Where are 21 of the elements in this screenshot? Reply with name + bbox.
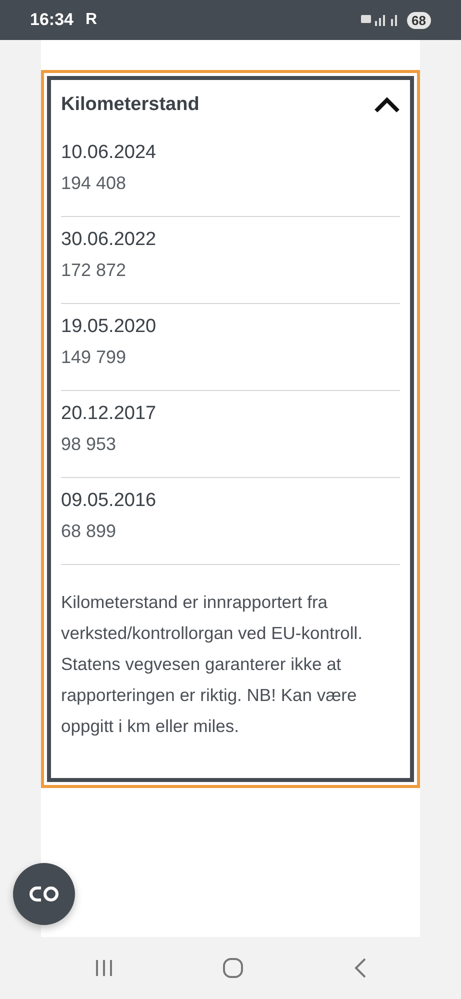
odometer-reading: 149 799 [61,347,128,368]
recent-apps-icon[interactable] [94,958,114,978]
reading-date: 30.06.2022 [61,229,158,251]
reading-date: 20.12.2017 [61,403,158,425]
reading-date: 10.06.2024 [61,142,158,164]
chevron-up-icon[interactable] [374,97,400,113]
odometer-reading: 68 899 [61,521,118,542]
reading-date: 19.05.2020 [61,316,158,338]
carrier-indicator: R [85,11,98,29]
reading-date: 09.05.2016 [61,490,158,512]
disclaimer-text: Kilometerstand er innrapportert fra verksted/kontrollorgan ved EU-kontroll. Statens vegvesen garanterer ikke at rapporteringen er riktig. NB! Kan være oppgitt i km eller miles. [61,591,364,738]
odometer-reading: 98 953 [61,434,118,455]
clock-time: 16:34 [30,10,74,30]
section-title: Kilometerstand [61,94,200,116]
odometer-reading: 172 872 [61,260,128,281]
back-icon[interactable] [352,957,367,979]
odometer-reading: 194 408 [61,173,128,194]
home-icon[interactable] [222,957,244,979]
battery-level: 68 [406,12,431,28]
link-icon [28,885,60,903]
link-button[interactable] [13,863,75,925]
